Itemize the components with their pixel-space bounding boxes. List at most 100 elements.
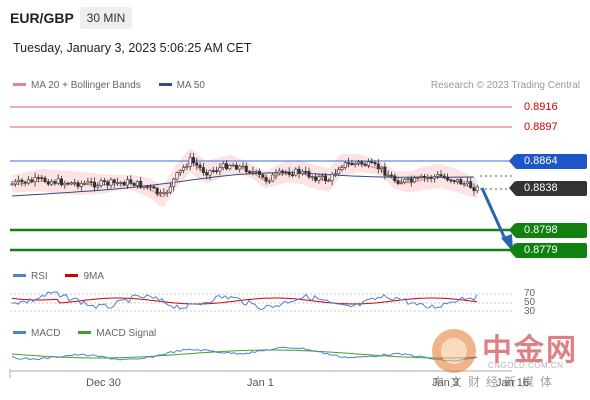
legend-label-rsi-9ma: 9MA xyxy=(83,271,105,282)
candle-body xyxy=(112,179,116,183)
candle-body xyxy=(281,170,285,173)
candle-body xyxy=(452,180,456,182)
legend-item-macd-signal: MACD Signal xyxy=(78,328,156,339)
candle-body xyxy=(76,182,80,187)
candle-body xyxy=(79,183,83,187)
candle-body xyxy=(386,174,390,177)
candle-body xyxy=(23,181,27,184)
candle-body xyxy=(475,186,479,192)
candle-body xyxy=(192,157,196,164)
candle-body xyxy=(426,177,430,179)
candle-body xyxy=(416,177,420,179)
candle-body xyxy=(350,162,354,165)
candle-body xyxy=(132,183,136,186)
candle-body xyxy=(370,161,374,163)
candle-body xyxy=(469,181,473,188)
candle-body xyxy=(13,181,17,185)
candle-body xyxy=(142,185,146,188)
candle-body xyxy=(455,179,459,182)
candle-body xyxy=(399,181,403,184)
legend-item-rsi: RSI xyxy=(13,271,48,282)
candle-body xyxy=(188,157,192,167)
candle-body xyxy=(290,174,294,177)
candle-body xyxy=(340,167,344,170)
candle-body xyxy=(284,171,288,174)
candle-body xyxy=(360,161,364,165)
legend-label-rsi: RSI xyxy=(31,271,48,282)
candle-body xyxy=(300,170,304,174)
candle-body xyxy=(323,175,327,182)
candle-body xyxy=(449,179,453,182)
macd-legend: MACD MACD Signal xyxy=(13,328,171,339)
candle-body xyxy=(53,181,57,184)
watermark-url: CNGOLD.COM.CN xyxy=(488,361,564,370)
candle-body xyxy=(413,177,417,183)
watermark-tagline: 中文财经新媒体 xyxy=(432,375,559,389)
candle-body xyxy=(297,168,301,174)
candle-body xyxy=(50,181,54,185)
candle-body xyxy=(152,186,156,189)
last-price-notch xyxy=(509,181,515,195)
support-2-label: 0.8779 xyxy=(509,243,587,258)
candle-body xyxy=(145,185,149,188)
support-1-notch xyxy=(509,223,515,237)
watermark: 中金网 CNGOLD.COM.CN 中文财经新媒体 xyxy=(432,325,582,395)
candle-body xyxy=(201,167,205,174)
candle-body xyxy=(231,164,235,167)
support-1-label: 0.8798 xyxy=(509,223,587,238)
candle-body xyxy=(248,171,252,174)
candle-body xyxy=(264,177,268,182)
candle-body xyxy=(244,165,248,173)
legend-label-macd: MACD xyxy=(31,328,61,339)
candle-body xyxy=(109,179,113,186)
candle-body xyxy=(330,174,334,181)
candle-body xyxy=(182,166,186,171)
candle-body xyxy=(304,170,308,173)
candle-body xyxy=(43,177,47,183)
legend-item-rsi-9ma: 9MA xyxy=(65,271,104,282)
pivot-value: 0.8864 xyxy=(524,155,558,167)
candle-body xyxy=(459,179,463,185)
candle-body xyxy=(106,181,110,186)
candle-body xyxy=(314,176,318,181)
candle-body xyxy=(294,168,298,176)
candle-body xyxy=(343,162,347,168)
candle-body xyxy=(327,180,331,182)
legend-item-macd: MACD xyxy=(13,328,60,339)
candle-body xyxy=(393,175,397,182)
candle-body xyxy=(155,187,159,195)
candle-body xyxy=(287,171,291,176)
candle-body xyxy=(149,186,153,188)
candle-body xyxy=(178,169,182,173)
candle-body xyxy=(205,172,209,176)
candle-body xyxy=(337,169,341,174)
candle-body xyxy=(439,174,443,177)
candle-body xyxy=(356,161,360,164)
candle-body xyxy=(159,192,163,195)
candle-body xyxy=(422,176,426,178)
candle-body xyxy=(185,166,189,168)
candle-body xyxy=(168,186,172,193)
candle-body xyxy=(472,187,476,192)
candle-body xyxy=(165,191,169,194)
candle-body xyxy=(30,179,34,182)
candle-body xyxy=(59,178,63,186)
pivot-label-notch xyxy=(509,154,515,168)
candle-body xyxy=(126,179,130,186)
candle-body xyxy=(406,178,410,180)
candle-body xyxy=(261,174,265,178)
candle-body xyxy=(198,164,202,168)
candle-body xyxy=(389,174,393,177)
candle-body xyxy=(225,163,229,170)
support-2-value: 0.8779 xyxy=(524,244,558,256)
candle-body xyxy=(267,180,271,183)
candle-body xyxy=(396,180,400,184)
macd-swatch xyxy=(13,330,26,334)
pivot-label: 0.8864 xyxy=(509,154,587,169)
x-label-dec30: Dec 30 xyxy=(86,377,121,389)
candle-body xyxy=(69,182,73,185)
candle-body xyxy=(366,161,370,166)
candle-body xyxy=(277,170,281,174)
candle-body xyxy=(36,177,40,179)
last-price-label: 0.8838 xyxy=(509,181,587,196)
